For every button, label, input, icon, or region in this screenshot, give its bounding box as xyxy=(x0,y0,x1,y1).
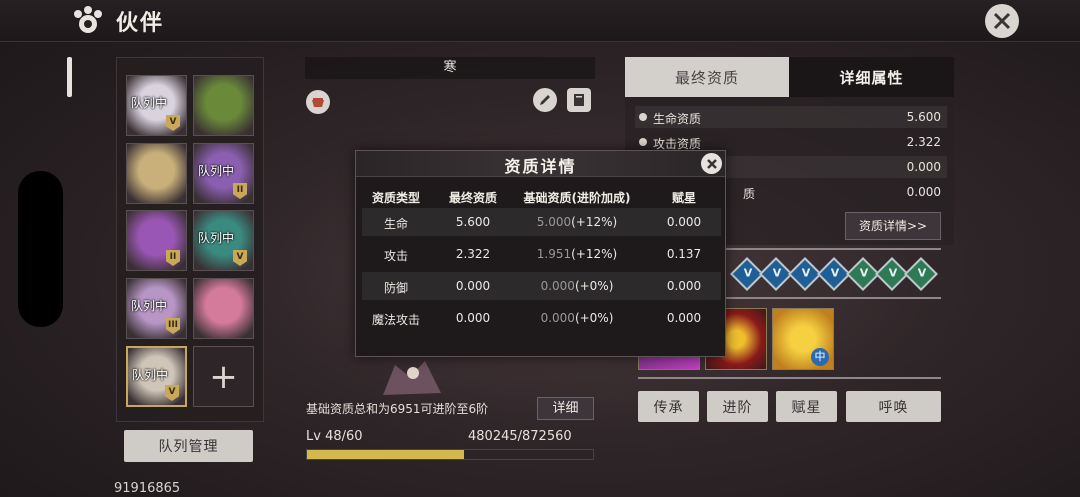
attribute-tabs: 最终资质 详细属性 xyxy=(625,57,954,97)
level-text: Lv 48/60 xyxy=(306,429,363,444)
scrollbar-thumb[interactable] xyxy=(67,57,72,97)
side-handle[interactable] xyxy=(18,171,63,327)
summon-button[interactable]: 呼唤 xyxy=(846,391,941,422)
skill-badge: 中 xyxy=(811,348,829,366)
team-manage-button[interactable]: 队列管理 xyxy=(124,430,253,462)
food-bowl-icon[interactable] xyxy=(306,90,330,114)
table-header: 资质类型 最终资质 基础资质(进阶加成) 赋星 xyxy=(371,191,696,205)
paw-logo-icon xyxy=(70,4,106,40)
star-button[interactable]: 赋星 xyxy=(776,391,837,422)
close-icon xyxy=(706,158,717,169)
divider xyxy=(638,377,941,379)
dialog-close-button[interactable] xyxy=(701,153,722,174)
add-partner-button[interactable]: + xyxy=(193,346,254,407)
partner-slot[interactable]: 队列中 V xyxy=(126,346,187,407)
dialog-title: 资质详情 xyxy=(504,157,577,176)
close-icon xyxy=(993,12,1011,30)
in-team-tag: 队列中 xyxy=(131,299,168,313)
sword-icon xyxy=(639,138,647,146)
partner-name: 寒 xyxy=(305,57,595,79)
partner-slot[interactable]: 队列中 III xyxy=(126,278,187,339)
rank-badge: V xyxy=(166,115,180,131)
table-row: 攻击 2.322 1.951(+12%) 0.137 xyxy=(383,247,702,263)
edit-pencil-icon[interactable] xyxy=(533,88,557,112)
tab-detail-attributes[interactable]: 详细属性 xyxy=(789,57,954,97)
partner-slot[interactable] xyxy=(193,75,254,136)
tab-final-aptitude[interactable]: 最终资质 xyxy=(625,57,789,97)
in-team-tag: 队列中 xyxy=(132,368,169,382)
attribute-row: 生命资质 5.600 xyxy=(635,106,947,128)
rank-badge: II xyxy=(233,183,247,199)
partner-slot[interactable]: 队列中 V xyxy=(126,75,187,136)
player-id: 91916865 xyxy=(114,481,181,496)
plus-icon: + xyxy=(209,356,238,397)
exp-text: 480245/872560 xyxy=(468,429,572,444)
heart-icon xyxy=(639,113,647,121)
in-team-tag: 队列中 xyxy=(198,231,235,245)
partner-figure xyxy=(383,361,441,395)
rank-badge: II xyxy=(166,250,180,266)
close-button[interactable] xyxy=(985,4,1019,38)
page-title: 伙伴 xyxy=(116,11,165,36)
skill-icon[interactable]: 中 xyxy=(772,308,834,370)
in-team-tag: 队列中 xyxy=(131,96,168,110)
exp-bar xyxy=(306,449,594,460)
partner-slot[interactable] xyxy=(193,278,254,339)
in-team-tag: 队列中 xyxy=(198,164,235,178)
rank-badge: V xyxy=(165,385,179,401)
partner-slot[interactable] xyxy=(126,143,187,204)
table-row: 防御 0.000 0.000(+0%) 0.000 xyxy=(362,272,721,300)
rank-badge: V xyxy=(233,250,247,266)
base-aptitude-text: 基础资质总和为6951可进阶至6阶 xyxy=(306,402,489,416)
partner-slot[interactable]: 队列中 II xyxy=(193,143,254,204)
inherit-button[interactable]: 传承 xyxy=(638,391,699,422)
partner-slot[interactable]: 队列中 V xyxy=(193,210,254,271)
star-gem-icon: V xyxy=(904,257,938,291)
rank-badge: III xyxy=(166,318,180,334)
advance-button[interactable]: 进阶 xyxy=(707,391,768,422)
table-row: 魔法攻击 0.000 0.000(+0%) 0.000 xyxy=(371,311,702,327)
detail-button[interactable]: 详细 xyxy=(537,397,594,420)
table-row: 生命 5.600 5.000(+12%) 0.000 xyxy=(362,208,721,236)
exp-bar-fill xyxy=(307,450,465,459)
book-icon[interactable] xyxy=(567,88,591,112)
aptitude-detail-button[interactable]: 资质详情>> xyxy=(845,212,941,240)
aptitude-detail-dialog: 资质详情 资质类型 最终资质 基础资质(进阶加成) 赋星 生命 5.600 5.… xyxy=(355,150,726,357)
partner-slot[interactable]: II xyxy=(126,210,187,271)
